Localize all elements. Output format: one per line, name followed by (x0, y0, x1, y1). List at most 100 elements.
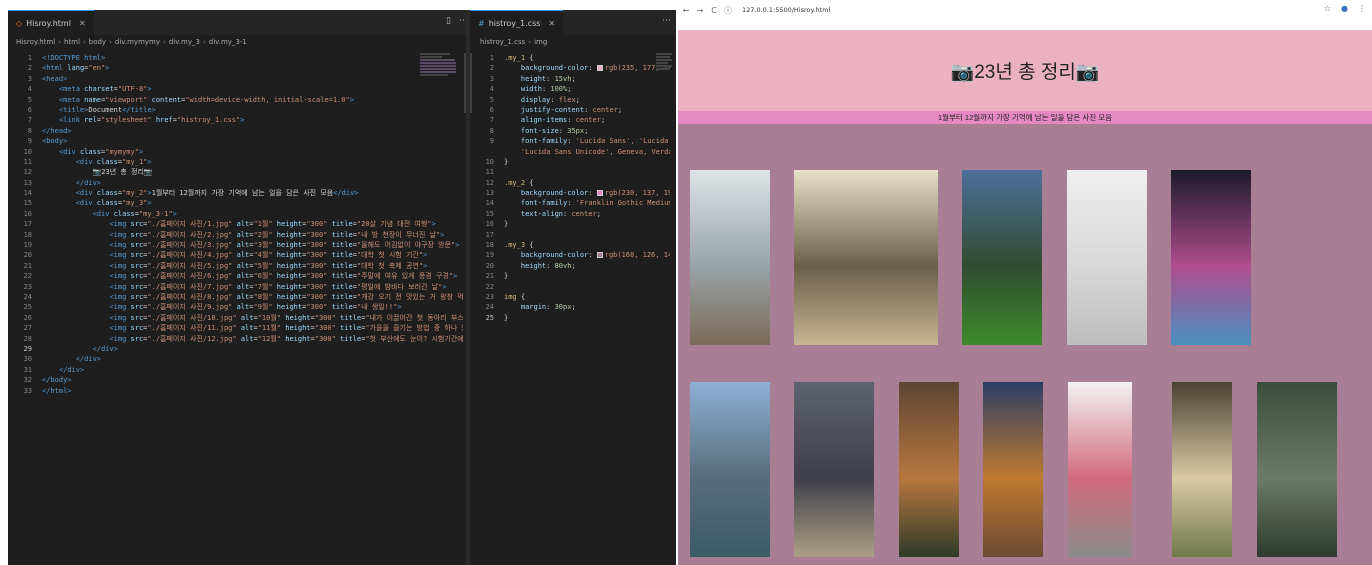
code-line[interactable]: 13 </div> (8, 178, 463, 188)
code-line[interactable]: 8 font-size: 35px; (470, 126, 670, 136)
code-line[interactable]: 16 <div class="my_3-1"> (8, 209, 463, 219)
breadcrumb-item[interactable]: div.mymymy (115, 38, 160, 46)
code-line[interactable]: 1 <!DOCTYPE html> (8, 53, 463, 63)
code-line[interactable]: 1 .my_1 { (470, 53, 670, 63)
close-icon[interactable]: ✕ (79, 19, 86, 28)
code-line[interactable]: 25 <img src="./홈페이지 사진/9.jpg" alt="9월" h… (8, 302, 463, 312)
bookmark-star-icon[interactable]: ☆ (1324, 4, 1331, 13)
code-line[interactable]: 20 height: 80vh; (470, 261, 670, 271)
gallery-photo-8[interactable]: 8월 (899, 382, 959, 557)
gallery-photo-12[interactable]: 12월 (1257, 382, 1337, 557)
code-line[interactable]: 23 <img src="./홈페이지 사진/7.jpg" alt="7월" h… (8, 282, 463, 292)
forward-icon[interactable]: → (694, 6, 706, 15)
back-icon[interactable]: ← (680, 6, 692, 15)
gallery-photo-2[interactable]: 2월 (794, 170, 938, 345)
code-line[interactable]: 33 </html> (8, 386, 463, 396)
code-line[interactable]: 'Lucida Sans Unicode', Geneva, Verdana, … (470, 147, 670, 157)
code-line[interactable]: 13 background-color: rgb(230, 137, 194); (470, 188, 670, 198)
code-line[interactable]: 4 width: 100%; (470, 84, 670, 94)
code-line[interactable]: 4 <meta charset="UTF-8"> (8, 84, 463, 94)
breadcrumb-item[interactable]: Hisroy.html (16, 38, 55, 46)
code-line[interactable]: 2 background-color: rgb(235, 177, 193); (470, 63, 670, 73)
gallery-photo-1[interactable]: 1월 (690, 170, 770, 345)
code-line[interactable]: 15 <div class="my_3"> (8, 198, 463, 208)
code-line[interactable]: 5 display: flex; (470, 95, 670, 105)
code-line[interactable]: 11 <div class="my_1"> (8, 157, 463, 167)
code-line[interactable]: 6 <title>Document</title> (8, 105, 463, 115)
gallery-photo-6[interactable]: 6월 (690, 382, 770, 557)
gallery-photo-4[interactable]: 4월 (1067, 170, 1147, 345)
code-line[interactable]: 7 <link rel="stylesheet" href="histroy_1… (8, 115, 463, 125)
breadcrumb-item[interactable]: div.my_3-1 (209, 38, 247, 46)
code-line[interactable]: 14 font-family: 'Franklin Gothic Medium'… (470, 198, 670, 208)
code-line[interactable]: 12 📷23년 총 정리📷 (8, 167, 463, 177)
code-line[interactable]: 5 <meta name="viewport" content="width=d… (8, 95, 463, 105)
code-line[interactable]: 12 .my_2 { (470, 178, 670, 188)
code-line[interactable]: 19 <img src="./홈페이지 사진/3.jpg" alt="3월" h… (8, 240, 463, 250)
code-line[interactable]: 3 <head> (8, 74, 463, 84)
address-bar[interactable]: 127.0.0.1:5500/Hisroy.html (742, 6, 830, 14)
editor-group-divider[interactable] (466, 10, 470, 565)
code-line[interactable]: 21} (470, 271, 670, 281)
minimap-left[interactable] (420, 53, 460, 133)
breadcrumb-item[interactable]: body (89, 38, 106, 46)
code-line[interactable]: 8 </head> (8, 126, 463, 136)
gallery-photo-3[interactable]: 3월 (962, 170, 1042, 345)
gallery-photo-7[interactable]: 7월 (794, 382, 874, 557)
code-line[interactable]: 22 <img src="./홈페이지 사진/6.jpg" alt="6월" h… (8, 271, 463, 281)
code-line[interactable]: 28 <img src="./홈페이지 사진/12.jpg" alt="12월"… (8, 334, 463, 344)
code-line[interactable]: 10} (470, 157, 670, 167)
code-line[interactable]: 21 <img src="./홈페이지 사진/5.jpg" alt="5월" h… (8, 261, 463, 271)
code-line[interactable]: 15 text-align: center; (470, 209, 670, 219)
code-line[interactable]: 19 background-color: rgb(168, 126, 149); (470, 250, 670, 260)
menu-dots-icon[interactable]: ⋮ (1358, 4, 1366, 13)
code-line[interactable]: 26 <img src="./홈페이지 사진/10.jpg" alt="10월"… (8, 313, 463, 323)
close-icon[interactable]: ✕ (548, 19, 555, 28)
tab-histroy-css[interactable]: # histroy_1.css ✕ (470, 10, 564, 35)
code-line[interactable]: 20 <img src="./홈페이지 사진/4.jpg" alt="4월" h… (8, 250, 463, 260)
code-text: <body> (42, 137, 68, 146)
minimap-right[interactable] (656, 53, 674, 133)
code-line[interactable]: 23 img { (470, 292, 670, 302)
gallery-photo-5[interactable]: 5월 (1171, 170, 1251, 345)
breadcrumb-item[interactable]: div.my_3 (169, 38, 200, 46)
breadcrumb-item[interactable]: html (64, 38, 80, 46)
code-line[interactable]: 30 </div> (8, 354, 463, 364)
code-line[interactable]: 18 .my_3 { (470, 240, 670, 250)
code-line[interactable]: 10 <div class="mymymy"> (8, 147, 463, 157)
code-line[interactable]: 31 </div> (8, 365, 463, 375)
breadcrumb-item[interactable]: histroy_1.css (480, 38, 525, 46)
code-line[interactable]: 16} (470, 219, 670, 229)
gallery-photo-10[interactable]: 10월 (1068, 382, 1132, 557)
code-line[interactable]: 11 (470, 167, 670, 177)
code-line[interactable]: 29 </div> (8, 344, 463, 354)
code-editor-html[interactable]: 1 <!DOCTYPE html> 2 <html lang="en"> 3 <head>… (8, 53, 463, 563)
code-line[interactable]: 17 (470, 230, 670, 240)
code-editor-css[interactable]: 1 .my_1 {2 background-color: rgb(235, 177… (470, 53, 670, 563)
gallery-photo-11[interactable]: 11월 (1172, 382, 1232, 557)
reload-icon[interactable]: C (708, 6, 720, 15)
code-line[interactable]: 2 <html lang="en"> (8, 63, 463, 73)
code-line[interactable]: 32 </body> (8, 375, 463, 385)
breadcrumb-item[interactable]: img (534, 38, 547, 46)
code-line[interactable]: 17 <img src="./홈페이지 사진/1.jpg" alt="1월" h… (8, 219, 463, 229)
split-editor-icon[interactable]: ▯ (446, 16, 451, 26)
code-line[interactable]: 27 <img src="./홈페이지 사진/11.jpg" alt="11월"… (8, 323, 463, 333)
code-line[interactable]: 14 <div class="my_2">1월부터 12월까지 가장 기억에 남… (8, 188, 463, 198)
code-line[interactable]: 7 align-items: center; (470, 115, 670, 125)
more-actions-icon[interactable]: ⋯ (662, 16, 671, 26)
gallery-photo-9[interactable]: 9월 (983, 382, 1043, 557)
code-line[interactable]: 25} (470, 313, 670, 323)
code-line[interactable]: 9 font-family: 'Lucida Sans', 'Lucida Sa… (470, 136, 670, 146)
code-line[interactable]: 6 justify-content: center; (470, 105, 670, 115)
code-line[interactable]: 24 margin: 30px; (470, 302, 670, 312)
code-text: <html lang="en"> (42, 64, 110, 73)
tab-hisroy-html[interactable]: ◇ Hisroy.html ✕ (8, 10, 94, 35)
code-line[interactable]: 9 <body> (8, 136, 463, 146)
code-line[interactable]: 18 <img src="./홈페이지 사진/2.jpg" alt="2월" h… (8, 230, 463, 240)
site-info-icon[interactable]: ⓘ (722, 5, 734, 16)
code-line[interactable]: 24 <img src="./홈페이지 사진/8.jpg" alt="8월" h… (8, 292, 463, 302)
code-line[interactable]: 3 height: 15vh; (470, 74, 670, 84)
profile-icon[interactable]: ● (1341, 4, 1348, 13)
code-line[interactable]: 22 (470, 282, 670, 292)
